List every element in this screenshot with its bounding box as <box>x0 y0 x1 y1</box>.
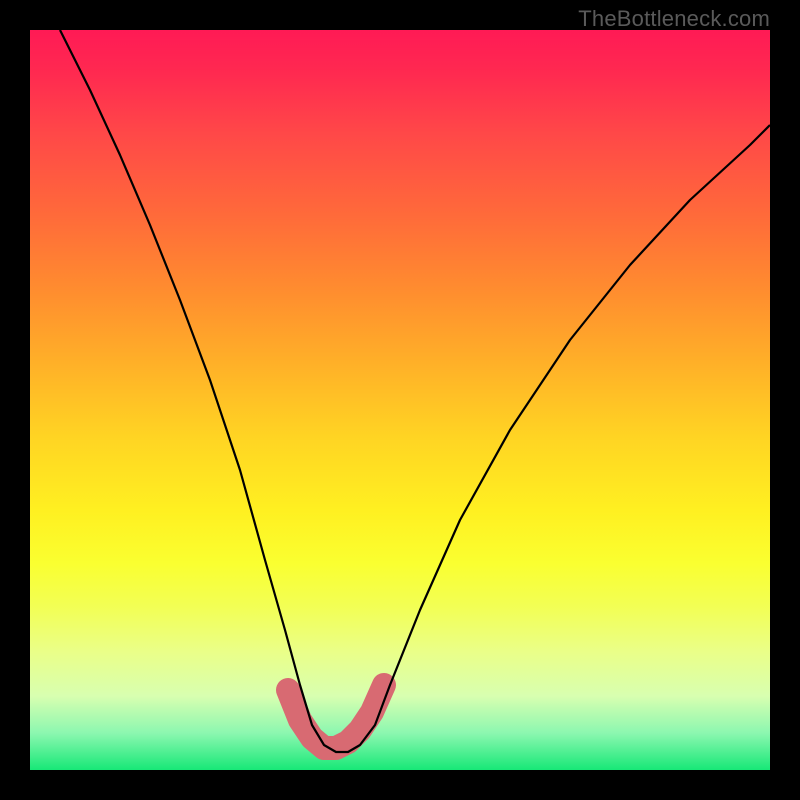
plot-area <box>30 30 770 770</box>
watermark-text: TheBottleneck.com <box>578 6 770 32</box>
bottleneck-curve <box>60 30 770 752</box>
chart-frame: TheBottleneck.com <box>0 0 800 800</box>
curve-svg <box>30 30 770 770</box>
